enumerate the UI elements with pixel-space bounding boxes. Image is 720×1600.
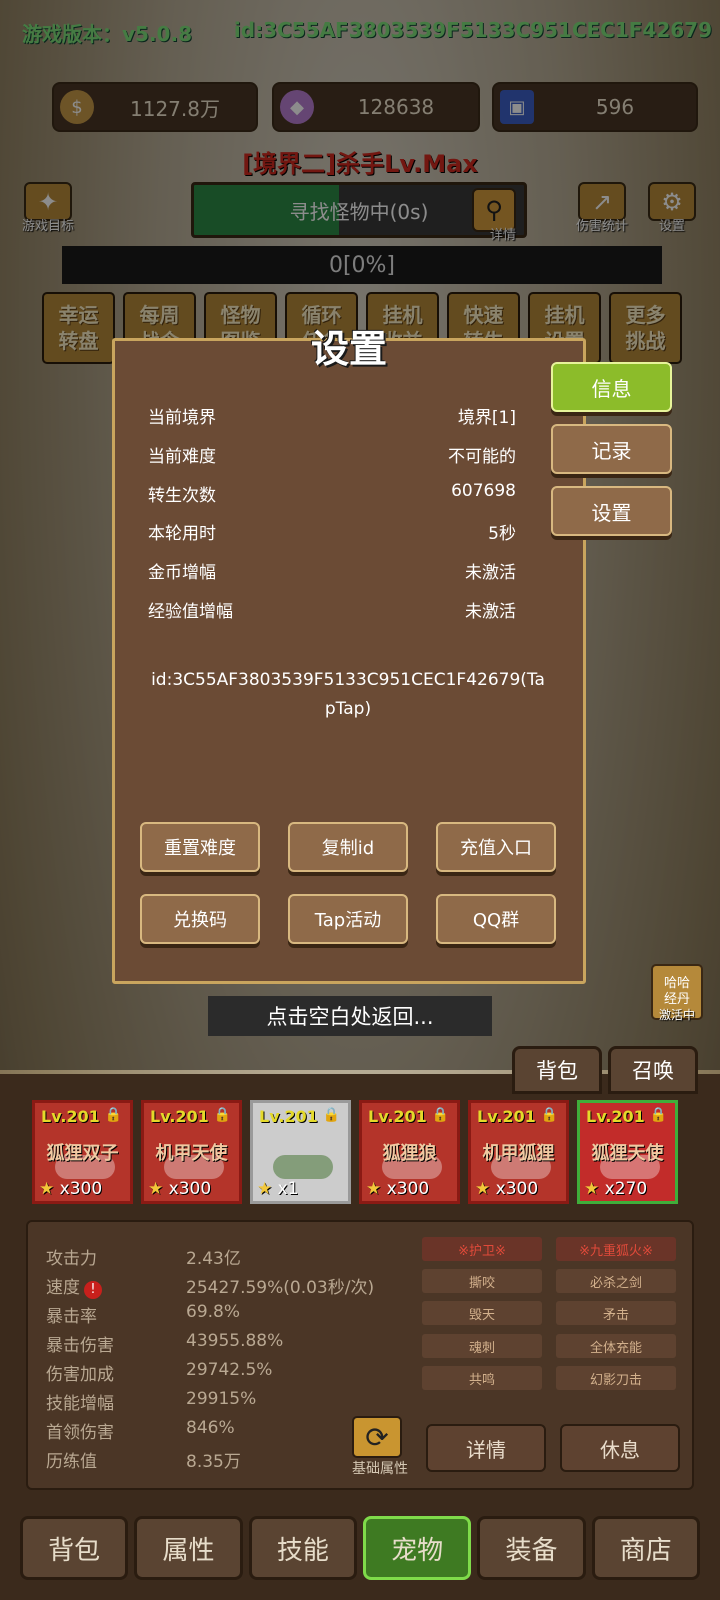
tab-info[interactable]: 信息 [551, 362, 672, 412]
lock-icon: 🔒 [540, 1107, 558, 1123]
redeem-code-button[interactable]: 兑换码 [140, 894, 260, 944]
pet-card[interactable]: Lv.201 🔒 机甲天使 ★ x300 [141, 1100, 242, 1204]
info-row-rebirths: 转生次数 607698 [148, 481, 516, 506]
pet-list: Lv.201 🔒 狐狸双子 ★ x300 Lv.201 🔒 机甲天使 ★ x300 … [32, 1100, 688, 1212]
pet-card-selected[interactable]: Lv.201 🔒 狐狸天使 ★ x270 [577, 1100, 678, 1204]
info-row-exp-boost: 经验值增幅 未激活 [148, 602, 516, 622]
star-icon: ★ [39, 1179, 55, 1199]
tab-settings[interactable]: 设置 [551, 486, 672, 536]
refresh-icon[interactable]: ⟳ [352, 1416, 402, 1458]
recharge-button[interactable]: 充值入口 [436, 822, 556, 872]
tap-event-button[interactable]: Tap活动 [288, 894, 408, 944]
star-icon: ★ [475, 1179, 491, 1199]
reset-difficulty-button[interactable]: 重置难度 [140, 822, 260, 872]
stat-skill-boost: 技能增幅 29915% [46, 1389, 257, 1414]
nav-backpack[interactable]: 背包 [20, 1516, 129, 1580]
stat-crit-rate: 暴击率 69.8% [46, 1302, 241, 1327]
pet-portrait [273, 1155, 333, 1179]
stat-crit-damage: 暴击伤害 43955.88% [46, 1331, 284, 1356]
nav-pets[interactable]: 宠物 [362, 1516, 472, 1580]
skill-tag[interactable]: 共鸣 [422, 1366, 542, 1390]
nav-equipment[interactable]: 装备 [477, 1516, 586, 1580]
nav-attributes[interactable]: 属性 [134, 1516, 243, 1580]
nav-shop[interactable]: 商店 [591, 1516, 700, 1580]
skill-tag[interactable]: ※九重狐火※ [556, 1237, 676, 1261]
info-row-difficulty: 当前难度 不可能的 [148, 447, 516, 467]
copy-id-button[interactable]: 复制id [288, 822, 408, 872]
qq-group-button[interactable]: QQ群 [436, 894, 556, 944]
lock-icon: 🔒 [213, 1107, 231, 1123]
info-row-realm: 当前境界 境界[1] [148, 408, 516, 428]
pet-card[interactable]: Lv.201 🔒 狐狸双子 ★ x300 [32, 1100, 133, 1204]
skill-tag[interactable]: 毁天 [422, 1301, 542, 1325]
skill-tag[interactable]: ※护卫※ [422, 1237, 542, 1261]
skill-tag[interactable]: 撕咬 [422, 1269, 542, 1293]
rest-button[interactable]: 休息 [560, 1424, 680, 1472]
back-hint[interactable]: 点击空白处返回... [208, 996, 492, 1036]
info-row-gold-boost: 金币增幅 未激活 [148, 563, 516, 583]
nav-skills[interactable]: 技能 [248, 1516, 357, 1580]
lock-icon: 🔒 [104, 1107, 122, 1123]
dialog-player-id: id:3C55AF3803539F5133C951CEC1F42679(Ta p… [151, 670, 545, 719]
skill-tag[interactable]: 魂刺 [422, 1334, 542, 1358]
star-icon: ★ [148, 1179, 164, 1199]
star-icon: ★ [257, 1179, 273, 1199]
star-icon: ★ [584, 1179, 600, 1199]
warning-icon[interactable]: ! [84, 1281, 102, 1299]
pet-card[interactable]: Lv.201 🔒 机甲狐狸 ★ x300 [468, 1100, 569, 1204]
stat-speed: 速度! 25427.59%(0.03秒/次) [46, 1278, 375, 1299]
panel-tab-summon[interactable]: 召唤 [608, 1046, 698, 1094]
tab-records[interactable]: 记录 [551, 424, 672, 474]
pet-card[interactable]: Lv.201 🔒 狐狸狼 ★ x300 [359, 1100, 460, 1204]
skill-tag[interactable]: 全体充能 [556, 1334, 676, 1358]
info-row-round-time: 本轮用时 5秒 [148, 524, 516, 544]
skill-tag[interactable]: 矛击 [556, 1301, 676, 1325]
detail-button[interactable]: 详情 [426, 1424, 546, 1472]
skill-tag[interactable]: 必杀之剑 [556, 1269, 676, 1293]
panel-tab-backpack[interactable]: 背包 [512, 1046, 602, 1094]
base-attr-label: 基础属性 [352, 1461, 408, 1477]
pet-card[interactable]: Lv.201 🔒 ★ x1 [250, 1100, 351, 1204]
skill-tag[interactable]: 幻影刀击 [556, 1366, 676, 1390]
dialog-title: 设置 [310, 327, 387, 371]
lock-icon: 🔒 [649, 1107, 667, 1123]
bottom-nav: 背包 属性 技能 宠物 装备 商店 [20, 1516, 700, 1580]
star-icon: ★ [366, 1179, 382, 1199]
lock-icon: 🔒 [322, 1107, 340, 1123]
settings-dialog [112, 338, 586, 984]
lock-icon: 🔒 [431, 1107, 449, 1123]
stat-attack: 攻击力 2.43亿 [46, 1249, 241, 1269]
stat-damage-bonus: 伤害加成 29742.5% [46, 1360, 273, 1385]
bonus-status: 激活中 [658, 1008, 695, 1022]
